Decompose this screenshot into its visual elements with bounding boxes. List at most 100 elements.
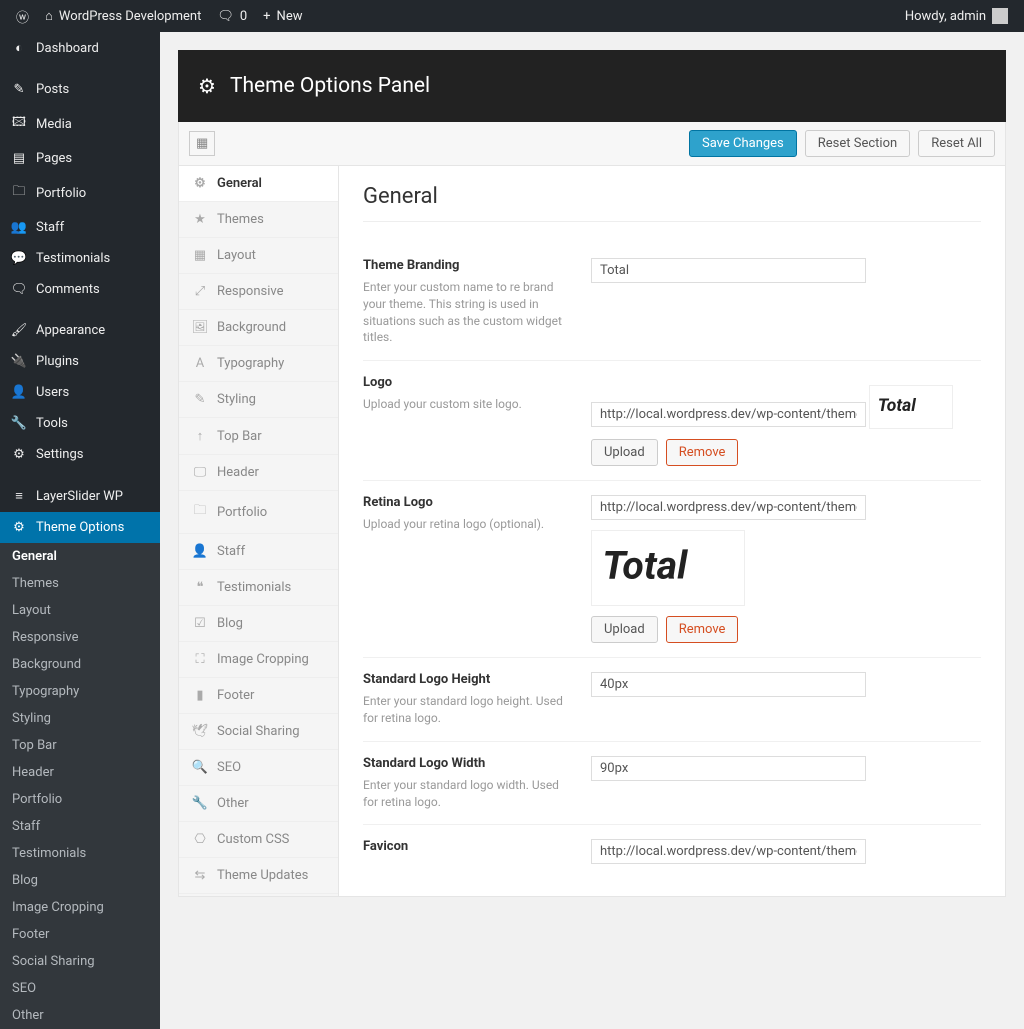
submenu-item-social-sharing[interactable]: Social Sharing <box>0 948 160 975</box>
sidebar-item-layerslider-wp[interactable]: ≡LayerSlider WP <box>0 480 160 512</box>
tab-typography[interactable]: ATypography <box>179 346 338 382</box>
submenu-item-header[interactable]: Header <box>0 759 160 786</box>
tab-blog[interactable]: ☑Blog <box>179 606 338 642</box>
tab-general[interactable]: ⚙General <box>179 166 338 202</box>
submenu-item-general[interactable]: General <box>0 543 160 570</box>
tab-seo[interactable]: 🔍SEO <box>179 750 338 786</box>
tab-layout[interactable]: ▦Layout <box>179 238 338 274</box>
tab-icon: ⎔ <box>193 832 207 847</box>
retina-remove-button[interactable]: Remove <box>666 616 739 643</box>
submenu-item-image-cropping[interactable]: Image Cropping <box>0 894 160 921</box>
field-favicon: Favicon <box>363 825 981 878</box>
site-link[interactable]: ⌂WordPress Development <box>37 8 209 24</box>
sidebar-item-testimonials[interactable]: 💬Testimonials <box>0 243 160 274</box>
logo-upload-button[interactable]: Upload <box>591 439 658 466</box>
menu-icon: 🗀 <box>10 182 28 204</box>
panel-body: ⚙General ★ Themes ▦Layout⤢Responsive🖼Backgr… <box>178 166 1006 897</box>
submenu-item-themes[interactable]: Themes <box>0 570 160 597</box>
submenu-item-background[interactable]: Background <box>0 651 160 678</box>
menu-icon: 🖾 <box>10 113 28 135</box>
sidebar-item-users[interactable]: 👤Users <box>0 377 160 408</box>
panel-title: Theme Options Panel <box>230 74 430 98</box>
tab-icon: ❝ <box>193 580 207 595</box>
logo-width-input[interactable] <box>591 756 866 781</box>
menu-icon: ▤ <box>10 151 28 166</box>
tab-icon: ⛶ <box>193 652 207 667</box>
submenu-item-other[interactable]: Other <box>0 1002 160 1029</box>
submenu-item-responsive[interactable]: Responsive <box>0 624 160 651</box>
submenu-item-layout[interactable]: Layout <box>0 597 160 624</box>
tab-label: SEO <box>217 760 241 775</box>
sidebar-item-pages[interactable]: ▤Pages <box>0 143 160 174</box>
menu-label: Staff <box>36 220 64 235</box>
tab-staff[interactable]: 👤Staff <box>179 534 338 570</box>
retina-input[interactable] <box>591 495 866 520</box>
sidebar-item-tools[interactable]: 🔧Tools <box>0 408 160 439</box>
tab-portfolio[interactable]: 🗀Portfolio <box>179 491 338 534</box>
field-desc: Enter your standard logo width. Used for… <box>363 777 563 811</box>
tab-icon: ★ <box>193 212 207 227</box>
wp-sidebar: ◐Dashboard✎Posts🖾Media▤Pages🗀Portfolio👥S… <box>0 32 160 1029</box>
submenu-item-top-bar[interactable]: Top Bar <box>0 732 160 759</box>
logo-remove-button[interactable]: Remove <box>666 439 739 466</box>
submenu-item-blog[interactable]: Blog <box>0 867 160 894</box>
sidebar-item-media[interactable]: 🖾Media <box>0 105 160 143</box>
sidebar-item-staff[interactable]: 👥 Staff <box>0 212 160 243</box>
field-desc: Upload your custom site logo. <box>363 396 563 413</box>
tab-social-sharing[interactable]: 🕊Social Sharing <box>179 714 338 750</box>
reset-section-button[interactable]: Reset Section <box>805 130 910 157</box>
tab-label: Themes <box>217 212 264 227</box>
sidebar-item-theme-options[interactable]: ⚙Theme Options <box>0 512 160 543</box>
tab-footer[interactable]: ▮Footer <box>179 678 338 714</box>
retina-upload-button[interactable]: Upload <box>591 616 658 643</box>
branding-input[interactable] <box>591 258 866 283</box>
submenu-item-typography[interactable]: Typography <box>0 678 160 705</box>
field-logo-width: Standard Logo Width Enter your standard … <box>363 742 981 826</box>
account-link[interactable]: Howdy, admin <box>897 8 1016 24</box>
site-name: WordPress Development <box>59 9 201 24</box>
sidebar-item-settings[interactable]: ⚙Settings <box>0 439 160 470</box>
logo-height-input[interactable] <box>591 672 866 697</box>
tab-styling[interactable]: ✎Styling <box>179 382 338 418</box>
tab-testimonials[interactable]: ❝Testimonials <box>179 570 338 606</box>
tab-custom-css[interactable]: ⎔Custom CSS <box>179 822 338 858</box>
reset-all-button[interactable]: Reset All <box>918 130 995 157</box>
tab-themes[interactable]: ★ Themes <box>179 202 338 238</box>
wp-logo[interactable]: ⓦ <box>8 7 37 26</box>
sidebar-item-posts[interactable]: ✎Posts <box>0 74 160 105</box>
tab-label: Layout <box>217 248 256 263</box>
field-logo-height: Standard Logo Height Enter your standard… <box>363 658 981 742</box>
howdy-text: Howdy, admin <box>905 9 986 24</box>
tab-other[interactable]: 🔧Other <box>179 786 338 822</box>
tab-icon: ▮ <box>193 688 207 703</box>
submenu-item-styling[interactable]: Styling <box>0 705 160 732</box>
menu-icon: 🔌 <box>10 354 28 369</box>
tab-top-bar[interactable]: ↑Top Bar <box>179 418 338 455</box>
favicon-input[interactable] <box>591 839 866 864</box>
logo-input[interactable] <box>591 402 866 427</box>
tab-theme-updates[interactable]: ⇆Theme Updates <box>179 858 338 894</box>
menu-label: Appearance <box>36 323 105 338</box>
submenu-item-portfolio[interactable]: Portfolio <box>0 786 160 813</box>
sidebar-item-appearance[interactable]: 🖌Appearance <box>0 315 160 346</box>
tab-header[interactable]: 🖵Header <box>179 455 338 491</box>
submenu-item-staff[interactable]: Staff <box>0 813 160 840</box>
tab-icon: A <box>193 356 207 371</box>
tab-image-cropping[interactable]: ⛶Image Cropping <box>179 642 338 678</box>
sidebar-item-comments[interactable]: 🗨Comments <box>0 274 160 305</box>
sidebar-item-portfolio[interactable]: 🗀Portfolio <box>0 174 160 212</box>
new-link[interactable]: +New <box>255 9 310 24</box>
tab-background[interactable]: 🖼Background <box>179 310 338 346</box>
toggle-button[interactable]: ▦ <box>189 131 215 156</box>
tab-responsive[interactable]: ⤢Responsive <box>179 274 338 310</box>
menu-icon: 👥 <box>10 220 28 235</box>
save-button[interactable]: Save Changes <box>689 130 797 157</box>
wordpress-icon: ⓦ <box>16 7 29 26</box>
logo-preview: Total <box>869 385 953 429</box>
submenu-item-footer[interactable]: Footer <box>0 921 160 948</box>
sidebar-item-dashboard[interactable]: ◐Dashboard <box>0 32 160 64</box>
comments-link[interactable]: 🗨0 <box>209 9 255 24</box>
submenu-item-seo[interactable]: SEO <box>0 975 160 1002</box>
sidebar-item-plugins[interactable]: 🔌Plugins <box>0 346 160 377</box>
new-label: New <box>277 9 303 24</box>
